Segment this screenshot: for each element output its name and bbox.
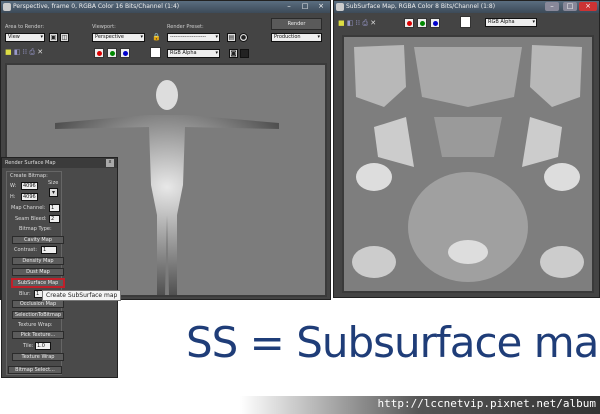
panel-title: Render Surface Map x (2, 158, 117, 168)
watermark-url: http://lccnetvip.pixnet.net/album (377, 397, 596, 410)
red-channel-toggle[interactable] (94, 48, 104, 58)
tile-label: Tile: (23, 343, 34, 349)
color-swatch[interactable] (460, 16, 471, 28)
render-setup-icon[interactable]: ● (239, 33, 248, 42)
color-swatch[interactable] (150, 47, 161, 58)
height-label: H: (10, 194, 16, 200)
create-bitmap-label: Create Bitmap: (10, 173, 48, 179)
contrast-label: Contrast: (14, 247, 38, 253)
green-channel-toggle[interactable] (417, 18, 427, 28)
green-channel-toggle[interactable] (107, 48, 117, 58)
width-spinner[interactable]: 4096 (21, 182, 38, 190)
subsurface-map-window: SubSurface Map, RGBA Color 8 Bits/Channe… (333, 0, 600, 298)
render-surface-map-panel: Render Surface Map x Create Bitmap: W: 40… (1, 157, 118, 378)
blur-label: Blur: (19, 291, 31, 297)
toolbar-icons[interactable]: ■ ◧ ⁞⁞ ⎙ ✕ (338, 19, 376, 28)
dust-map-button[interactable]: Dust Map (12, 268, 64, 276)
seam-bleed-spinner[interactable]: 2 (49, 215, 60, 223)
area-to-render-dropdown[interactable]: View (5, 33, 45, 42)
map-channel-spinner[interactable]: 1 (49, 204, 60, 212)
toggle-ui-icon[interactable]: ◙ (229, 49, 238, 58)
area-label: Area to Render: (5, 24, 45, 30)
close-button[interactable]: × (314, 2, 328, 11)
selection-to-bitmap-button[interactable]: SelectionToBitmap (12, 311, 64, 319)
pick-texture-button[interactable]: Pick Texture... (12, 331, 64, 339)
window-title: Perspective, frame 0, RGBA Color 16 Bits… (13, 3, 180, 10)
channel-display-dropdown[interactable]: RGB Alpha (167, 49, 220, 58)
texture-wrap-label: Texture Wrap: (18, 322, 53, 328)
occlusion-map-button[interactable]: Occlusion Map (12, 300, 64, 308)
close-button[interactable]: × (579, 2, 597, 11)
save-preset-icon[interactable]: ▤ (227, 33, 236, 42)
title-bar: Perspective, frame 0, RGBA Color 16 Bits… (1, 1, 330, 13)
size-dropdown[interactable]: ▾ (49, 188, 58, 197)
caption: SS = Subsurface map (186, 318, 600, 367)
texture-wrap-button[interactable]: Texture Wrap (12, 353, 64, 361)
viewport-dropdown[interactable]: Perspective (92, 33, 145, 42)
minimize-button[interactable]: – (282, 2, 296, 11)
lock-icon[interactable]: 🔒 (152, 33, 161, 41)
panel-title-text: Render Surface Map (5, 160, 56, 166)
size-label: Size (48, 180, 59, 186)
render-mode-dropdown[interactable]: Production (271, 33, 322, 42)
maximize-button[interactable]: □ (298, 2, 312, 11)
channel-display-dropdown[interactable]: RGB Alpha (485, 18, 537, 27)
cavity-map-button[interactable]: Cavity Map (12, 236, 64, 244)
blue-channel-toggle[interactable] (120, 48, 130, 58)
density-map-button[interactable]: Density Map (12, 257, 64, 265)
tile-spinner[interactable]: 1.0 (35, 342, 51, 350)
auto-region-icon[interactable]: ◫ (60, 33, 69, 42)
app-icon (3, 3, 11, 11)
map-channel-label: Map Channel: (11, 205, 46, 211)
tooltip: Create SubSurface map (42, 290, 122, 301)
app-icon (336, 3, 344, 11)
render-preset-dropdown[interactable]: -------------------- (167, 33, 220, 42)
toolbar-icons[interactable]: ■ ◧ ⁞⁞ ⎙ ✕ (5, 48, 43, 57)
window-title: SubSurface Map, RGBA Color 8 Bits/Channe… (346, 3, 496, 10)
panel-close-button[interactable]: x (106, 159, 114, 167)
bitmap-select-button[interactable]: Bitmap Select... (8, 366, 62, 374)
seam-bleed-label: Seam Bleed: (15, 216, 47, 222)
preset-label: Render Preset: (167, 24, 204, 30)
edit-region-icon[interactable]: ▣ (49, 33, 58, 42)
minimize-button[interactable]: – (545, 2, 559, 11)
contrast-spinner[interactable]: 1 (41, 246, 57, 254)
maximize-button[interactable]: □ (563, 2, 577, 11)
subsurface-map-button[interactable]: SubSurface Map (11, 278, 65, 288)
red-channel-toggle[interactable] (404, 18, 414, 28)
title-bar: SubSurface Map, RGBA Color 8 Bits/Channe… (334, 1, 599, 13)
render-button[interactable]: Render (271, 18, 322, 30)
uv-islands (352, 45, 584, 282)
bitmap-type-label: Bitmap Type: (19, 226, 52, 232)
viewport-label: Viewport: (92, 24, 116, 30)
toggle-overlay-icon[interactable] (240, 49, 249, 58)
uv-subsurface-map (342, 35, 594, 293)
blue-channel-toggle[interactable] (430, 18, 440, 28)
width-label: W: (10, 183, 17, 189)
height-spinner[interactable]: 4096 (21, 193, 38, 201)
